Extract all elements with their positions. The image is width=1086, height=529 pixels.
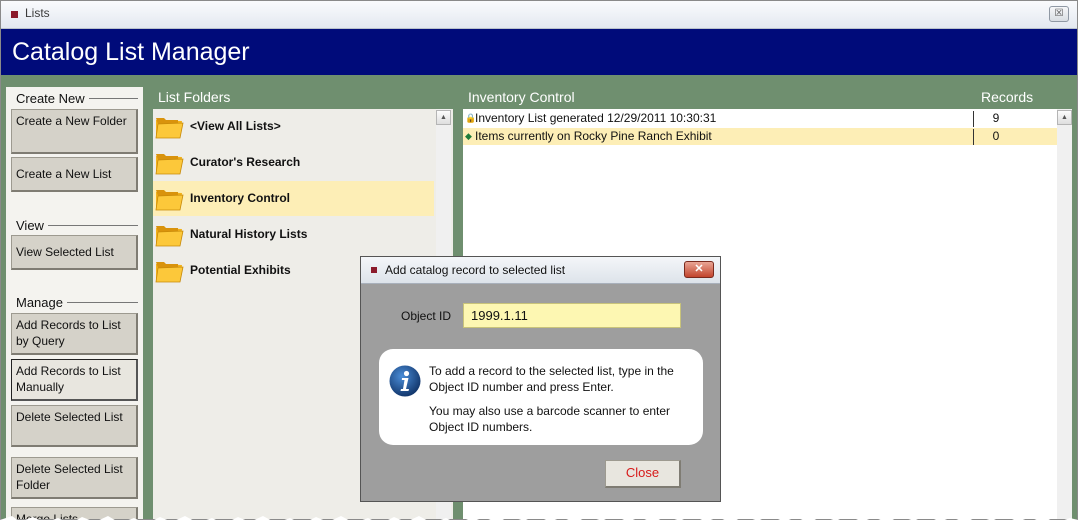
divider: [88, 98, 138, 99]
lists-window: Lists ☒ Catalog List Manager Create New …: [0, 0, 1078, 520]
delete-selected-list-button[interactable]: Delete Selected List: [11, 405, 138, 447]
folders-heading: List Folders: [158, 89, 231, 105]
records-count-heading: Records: [981, 89, 1034, 105]
lock-icon: 🔒: [465, 113, 477, 123]
add-records-by-query-button[interactable]: Add Records to List by Query: [11, 313, 138, 355]
folder-item-view-all[interactable]: <View All Lists>: [153, 109, 434, 144]
list-name: Inventory List generated 12/29/2011 10:3…: [475, 111, 717, 125]
sidebar: Create New Create a New Folder Create a …: [6, 87, 143, 519]
folder-item-inventory-control[interactable]: Inventory Control: [153, 181, 434, 216]
add-records-manually-button[interactable]: Add Records to List Manually: [11, 359, 138, 401]
diamond-icon: ◆: [465, 131, 472, 141]
info-text: You may also use a barcode scanner to en…: [429, 404, 671, 434]
folder-label: Natural History Lists: [190, 227, 308, 241]
folder-icon: [155, 154, 184, 175]
scroll-up-arrow-icon[interactable]: ▲: [1057, 110, 1072, 125]
dialog-title: Add catalog record to selected list: [385, 263, 566, 277]
close-button[interactable]: Close: [605, 460, 681, 488]
scroll-up-arrow-icon[interactable]: ▲: [436, 110, 451, 125]
info-text: To add a record to the selected list, ty…: [429, 364, 674, 394]
create-folder-button[interactable]: Create a New Folder: [11, 109, 138, 154]
delete-selected-folder-button[interactable]: Delete Selected List Folder: [11, 457, 138, 499]
folder-icon: [155, 118, 184, 139]
view-heading-label: View: [16, 218, 44, 233]
folder-label: Potential Exhibits: [190, 263, 291, 277]
list-item[interactable]: 🔒 Inventory List generated 12/29/2011 10…: [463, 110, 1057, 127]
divider: [66, 302, 138, 303]
window-title: Lists: [25, 6, 50, 20]
folder-icon: [155, 226, 184, 247]
app-icon: [371, 267, 377, 273]
records-panel-heading: Inventory Control: [468, 89, 575, 105]
folder-label: Inventory Control: [190, 191, 291, 205]
folder-label: Curator's Research: [190, 155, 301, 169]
app-header: Catalog List Manager: [1, 29, 1077, 75]
info-icon: [389, 365, 421, 397]
add-record-dialog: Add catalog record to selected list ✕ Ob…: [360, 256, 721, 502]
dialog-titlebar: Add catalog record to selected list ✕: [361, 257, 720, 284]
window-titlebar: Lists ☒: [1, 1, 1077, 29]
folder-icon: [155, 262, 184, 283]
list-name: Items currently on Rocky Pine Ranch Exhi…: [475, 129, 712, 143]
create-new-heading-label: Create New: [16, 91, 85, 106]
manage-heading-label: Manage: [16, 295, 63, 310]
record-count: 0: [973, 129, 1048, 145]
app-icon: [11, 11, 18, 18]
folder-label: <View All Lists>: [190, 119, 281, 133]
view-selected-list-button[interactable]: View Selected List: [11, 235, 138, 270]
object-id-label: Object ID: [401, 309, 452, 323]
dialog-close-icon[interactable]: ✕: [684, 261, 714, 278]
torn-edge: [0, 516, 1086, 529]
window-close-button[interactable]: ☒: [1049, 6, 1069, 22]
info-box: To add a record to the selected list, ty…: [379, 349, 703, 445]
records-scrollbar[interactable]: ▲: [1057, 109, 1072, 519]
create-list-button[interactable]: Create a New List: [11, 157, 138, 192]
folder-icon: [155, 190, 184, 211]
folder-item-curators-research[interactable]: Curator's Research: [153, 145, 434, 180]
create-new-heading: Create New: [16, 91, 138, 106]
object-id-input[interactable]: [463, 303, 681, 328]
manage-heading: Manage: [16, 295, 138, 310]
folder-item-natural-history[interactable]: Natural History Lists: [153, 217, 434, 252]
view-heading: View: [16, 218, 138, 233]
page-title: Catalog List Manager: [12, 38, 250, 66]
record-count: 9: [973, 111, 1048, 127]
divider: [47, 225, 138, 226]
list-item[interactable]: ◆ Items currently on Rocky Pine Ranch Ex…: [463, 128, 1057, 145]
